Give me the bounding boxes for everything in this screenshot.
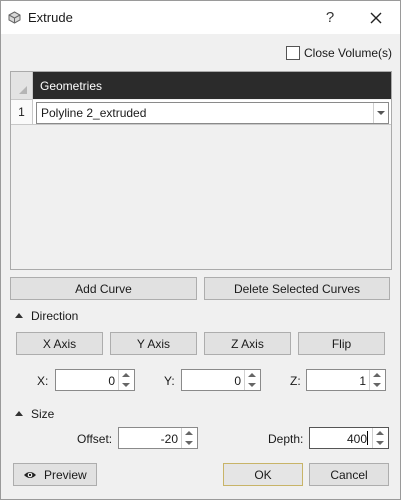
direction-label: Direction [31,309,79,323]
z-label: Z: [290,374,301,388]
spinner-down-icon[interactable] [122,383,130,387]
x-value: 0 [108,374,115,388]
spinner-up-icon[interactable] [185,431,193,435]
collapse-arrow-icon[interactable] [15,411,23,416]
offset-label: Offset: [77,432,113,446]
spinner-buttons [369,370,385,390]
depth-label: Depth: [268,432,304,446]
spinner-up-icon[interactable] [122,373,130,377]
eye-icon [24,472,36,478]
spinner-down-icon[interactable] [185,441,193,445]
preview-label: Preview [44,468,87,482]
spinner-down-icon[interactable] [376,441,384,445]
extrude-dialog: Extrude ? Close Volume(s) Geometries 1 P… [0,0,401,500]
row-number[interactable]: 1 [11,100,33,125]
y-value: 0 [234,374,241,388]
geometry-select[interactable]: Polyline 2_extruded [36,102,389,124]
table-row: Polyline 2_extruded [33,100,391,125]
offset-value: -20 [160,432,178,446]
z-axis-button[interactable]: Z Axis [204,332,291,355]
dropdown-arrow-icon[interactable] [373,103,388,123]
spinner-up-icon[interactable] [376,431,384,435]
window-title: Extrude [28,10,73,25]
help-icon[interactable]: ? [319,7,341,29]
y-spinbox[interactable]: 0 [181,369,261,391]
select-all-icon [19,86,27,94]
spinner-buttons [181,428,197,448]
spinner-up-icon[interactable] [248,373,256,377]
spinner-buttons [118,370,134,390]
text-caret [367,431,368,445]
close-icon[interactable] [365,7,387,29]
preview-button[interactable]: Preview [13,463,97,486]
spinner-buttons [244,370,260,390]
z-value: 1 [359,374,366,388]
table-corner[interactable] [11,72,33,100]
depth-spinbox[interactable]: 400 [309,427,389,449]
column-header-label: Geometries [40,79,103,93]
size-label: Size [31,407,55,421]
delete-selected-curves-button[interactable]: Delete Selected Curves [204,277,390,300]
geometry-select-value: Polyline 2_extruded [41,106,147,120]
add-curve-button[interactable]: Add Curve [10,277,197,300]
y-label: Y: [164,374,175,388]
z-spinbox[interactable]: 1 [306,369,386,391]
x-axis-button[interactable]: X Axis [16,332,103,355]
column-header-geometries[interactable]: Geometries [33,72,391,99]
collapse-arrow-icon[interactable] [15,313,23,318]
x-spinbox[interactable]: 0 [55,369,135,391]
spinner-down-icon[interactable] [248,383,256,387]
offset-spinbox[interactable]: -20 [118,427,198,449]
geometries-table: Geometries 1 Polyline 2_extruded [10,71,392,270]
cancel-button[interactable]: Cancel [309,463,389,486]
x-label: X: [37,374,49,388]
flip-button[interactable]: Flip [298,332,385,355]
checkbox-icon[interactable] [286,46,300,60]
close-volume-label: Close Volume(s) [304,46,393,60]
title-bar: Extrude ? [1,1,400,34]
depth-value: 400 [346,432,367,446]
spinner-up-icon[interactable] [373,373,381,377]
y-axis-button[interactable]: Y Axis [110,332,197,355]
app-icon [8,11,21,24]
spinner-buttons [372,428,388,448]
ok-button[interactable]: OK [223,463,303,486]
spinner-down-icon[interactable] [373,383,381,387]
